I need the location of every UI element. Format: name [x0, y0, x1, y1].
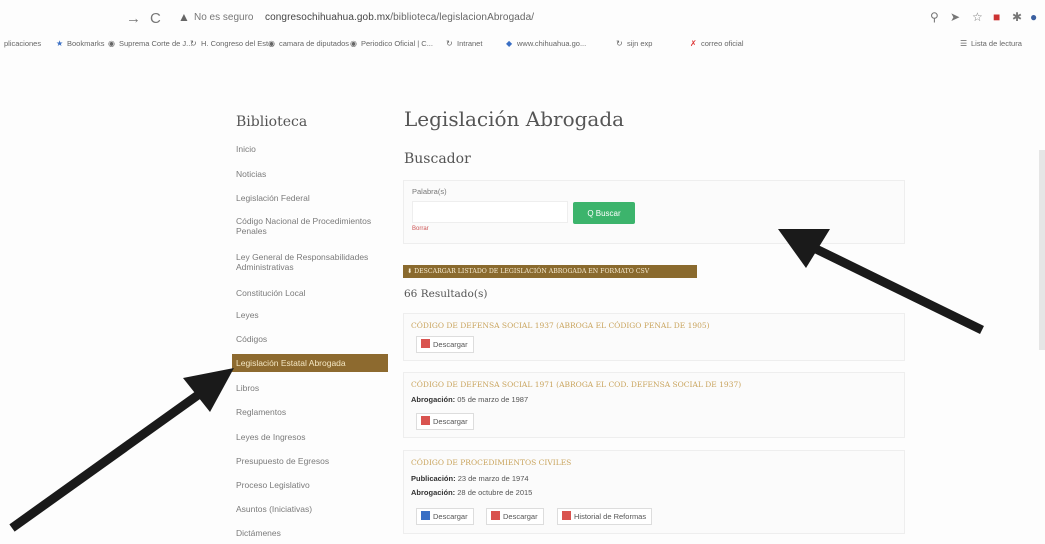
arrow-to-active-sidebar	[9, 368, 234, 532]
arrow-to-search	[778, 229, 984, 335]
annotation-arrows	[9, 229, 984, 532]
